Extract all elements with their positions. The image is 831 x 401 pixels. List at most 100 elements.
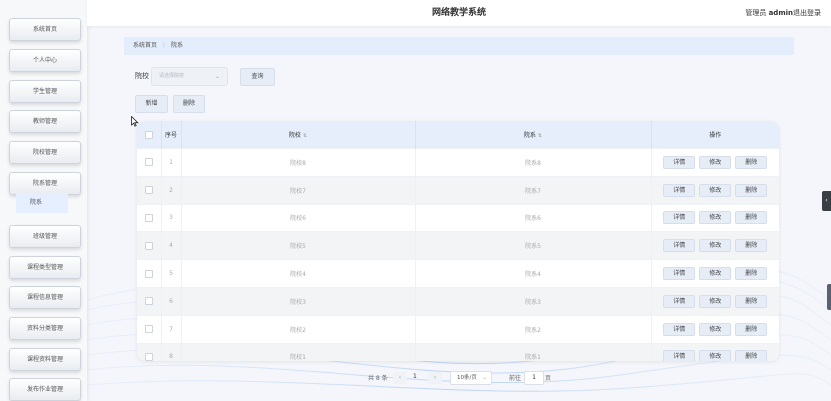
- chevron-right-icon: ›: [433, 374, 437, 381]
- delete-button[interactable]: 删除: [735, 350, 768, 361]
- table-row: 6 院校3 院系3 详情 修改 删除: [137, 286, 779, 316]
- sidebar: 系统首页 个人中心 学生管理 教师管理 院校管理 院系管理 院系 班级管理 课程…: [0, 0, 87, 401]
- delete-button[interactable]: 删除: [735, 211, 768, 225]
- delete-button[interactable]: 删除: [735, 267, 768, 281]
- detail-button[interactable]: 详情: [663, 183, 696, 197]
- column-header-school[interactable]: 院校 ⇅: [181, 121, 416, 149]
- column-header-department[interactable]: 院系 ⇅: [415, 121, 652, 149]
- delete-button[interactable]: 删除: [735, 322, 768, 336]
- cell-department: 院系2: [415, 314, 652, 344]
- logout-link[interactable]: 退出登录: [793, 0, 821, 26]
- sidebar-item-course-info[interactable]: 课程信息管理: [9, 286, 81, 309]
- detail-button[interactable]: 详情: [663, 294, 696, 308]
- sidebar-item-profile[interactable]: 个人中心: [9, 49, 81, 72]
- row-select-cell: [137, 342, 162, 361]
- pagination-current-page[interactable]: 1: [413, 373, 417, 380]
- user-name: admin: [768, 9, 793, 17]
- row-checkbox[interactable]: [144, 186, 153, 195]
- pagination-goto-label: 前往: [509, 375, 522, 382]
- edit-button[interactable]: 修改: [699, 183, 732, 197]
- detail-button[interactable]: 详情: [663, 350, 696, 361]
- edit-button[interactable]: 修改: [699, 211, 732, 225]
- detail-button[interactable]: 详情: [663, 239, 696, 253]
- row-checkbox[interactable]: [144, 325, 153, 334]
- pagination-goto-input[interactable]: 1: [524, 371, 544, 385]
- chevron-down-icon: ⌄: [214, 73, 220, 80]
- query-button[interactable]: 查询: [240, 68, 275, 86]
- delete-button[interactable]: 删除: [735, 239, 768, 253]
- row-checkbox[interactable]: [144, 158, 153, 167]
- cell-school: 院校7: [181, 175, 416, 205]
- cell-index: 2: [161, 175, 182, 205]
- breadcrumb: 系统首页 ⋮ 院系: [124, 37, 794, 55]
- collapse-panel-tab[interactable]: ‹: [822, 191, 831, 211]
- pagination-page-unit: 页: [545, 375, 552, 382]
- detail-button[interactable]: 详情: [663, 155, 696, 169]
- edit-button[interactable]: 修改: [699, 322, 732, 336]
- row-checkbox[interactable]: [144, 241, 153, 250]
- edit-button[interactable]: 修改: [699, 294, 732, 308]
- chevron-down-icon: ⌄: [482, 375, 487, 381]
- sidebar-item-course-materials[interactable]: 课程资料管理: [9, 348, 81, 371]
- cell-actions: 详情 修改 删除: [651, 286, 779, 316]
- cell-department: 院系6: [415, 203, 652, 232]
- sidebar-item-home[interactable]: 系统首页: [9, 18, 81, 41]
- select-all-checkbox[interactable]: [144, 130, 153, 139]
- sidebar-item-schools[interactable]: 院校管理: [9, 141, 81, 164]
- row-checkbox[interactable]: [144, 352, 153, 361]
- row-checkbox[interactable]: [144, 269, 153, 278]
- school-filter-label: 院校: [135, 72, 149, 80]
- next-page-button[interactable]: ›: [428, 372, 442, 384]
- row-select-cell: [137, 203, 162, 232]
- cell-index: 7: [161, 314, 182, 344]
- edit-button[interactable]: 修改: [699, 267, 732, 281]
- page-size-select[interactable]: 10条/页 ⌄: [450, 371, 492, 385]
- sidebar-item-departments[interactable]: 院系管理: [9, 172, 81, 195]
- table-header-row: 序号 院校 ⇅ 院系 ⇅ 操作: [137, 121, 779, 149]
- cell-school: 院校2: [181, 314, 416, 344]
- detail-button[interactable]: 详情: [663, 322, 696, 336]
- cell-actions: 详情 修改 删除: [651, 203, 779, 232]
- detail-button[interactable]: 详情: [663, 267, 696, 281]
- prev-page-button[interactable]: ‹: [393, 372, 407, 384]
- edit-button[interactable]: 修改: [699, 350, 732, 361]
- sidebar-item-material-categories[interactable]: 资料分类管理: [9, 317, 81, 340]
- detail-button[interactable]: 详情: [663, 211, 696, 225]
- row-checkbox[interactable]: [144, 213, 153, 222]
- cell-school: 院校6: [181, 203, 416, 232]
- delete-button[interactable]: 删除: [735, 294, 768, 308]
- chevron-left-icon: ‹: [825, 197, 828, 204]
- cell-department: 院系7: [415, 175, 652, 205]
- breadcrumb-current: 院系: [171, 42, 184, 49]
- delete-selected-button[interactable]: 删除: [173, 95, 205, 113]
- sort-icon[interactable]: ⇅: [538, 133, 542, 139]
- column-header-school-label: 院校: [288, 132, 301, 139]
- edit-button[interactable]: 修改: [699, 155, 732, 169]
- cell-school: 院校8: [181, 148, 416, 177]
- row-select-cell: [137, 314, 162, 344]
- sidebar-subitem-department[interactable]: 院系: [16, 193, 68, 213]
- school-select[interactable]: 请选择院校 ⌄: [151, 67, 228, 86]
- cell-actions: 详情 修改 删除: [651, 148, 779, 177]
- breadcrumb-home[interactable]: 系统首页: [133, 42, 157, 49]
- table-row: 3 院校6 院系6 详情 修改 删除: [137, 203, 779, 232]
- sidebar-item-students[interactable]: 学生管理: [9, 80, 81, 103]
- table-row: 5 院校4 院系4 详情 修改 删除: [137, 259, 779, 288]
- cell-department: 院系4: [415, 259, 652, 288]
- row-select-cell: [137, 231, 162, 260]
- add-button[interactable]: 新增: [135, 95, 168, 113]
- sort-icon[interactable]: ⇅: [303, 133, 307, 139]
- delete-button[interactable]: 删除: [735, 155, 768, 169]
- cell-school: 院校3: [181, 286, 416, 316]
- edit-button[interactable]: 修改: [699, 239, 732, 253]
- sidebar-item-classes[interactable]: 班级管理: [9, 225, 81, 248]
- sidebar-item-teachers[interactable]: 教师管理: [9, 110, 81, 133]
- cell-department: 院系8: [415, 148, 652, 177]
- edge-scroll-tab[interactable]: [827, 284, 831, 310]
- cell-index: 5: [161, 259, 182, 288]
- sidebar-item-homework[interactable]: 发布作业管理: [9, 378, 81, 401]
- sidebar-item-course-types[interactable]: 课程类型管理: [9, 256, 81, 279]
- row-checkbox[interactable]: [144, 297, 153, 306]
- delete-button[interactable]: 删除: [735, 183, 768, 197]
- cell-school: 院校4: [181, 259, 416, 288]
